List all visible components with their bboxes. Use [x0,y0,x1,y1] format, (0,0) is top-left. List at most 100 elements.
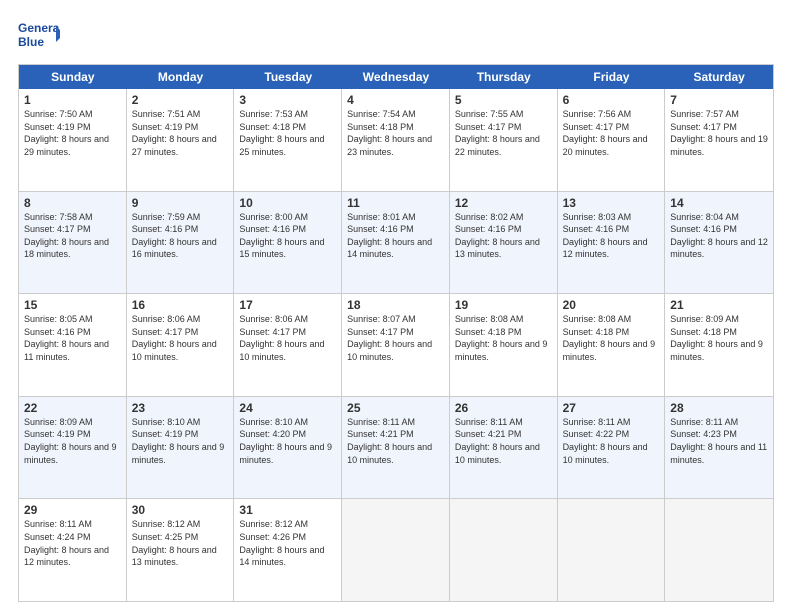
page: General Blue SundayMondayTuesdayWednesda… [0,0,792,612]
table-row: 16 Sunrise: 8:06 AMSunset: 4:17 PMDaylig… [127,294,235,396]
day-number: 10 [239,196,336,210]
calendar: SundayMondayTuesdayWednesdayThursdayFrid… [18,64,774,602]
day-number: 8 [24,196,121,210]
week-row-5: 29 Sunrise: 8:11 AMSunset: 4:24 PMDaylig… [19,499,773,601]
day-number: 18 [347,298,444,312]
day-number: 24 [239,401,336,415]
table-row: 24 Sunrise: 8:10 AMSunset: 4:20 PMDaylig… [234,397,342,499]
table-row: 30 Sunrise: 8:12 AMSunset: 4:25 PMDaylig… [127,499,235,601]
header-day-saturday: Saturday [665,65,773,89]
day-number: 15 [24,298,121,312]
svg-text:Blue: Blue [18,35,44,49]
header-day-sunday: Sunday [19,65,127,89]
day-detail: Sunrise: 7:57 AMSunset: 4:17 PMDaylight:… [670,108,768,158]
day-number: 28 [670,401,768,415]
day-detail: Sunrise: 8:04 AMSunset: 4:16 PMDaylight:… [670,211,768,261]
table-row: 17 Sunrise: 8:06 AMSunset: 4:17 PMDaylig… [234,294,342,396]
day-detail: Sunrise: 8:12 AMSunset: 4:25 PMDaylight:… [132,518,229,568]
table-row: 23 Sunrise: 8:10 AMSunset: 4:19 PMDaylig… [127,397,235,499]
table-row: 21 Sunrise: 8:09 AMSunset: 4:18 PMDaylig… [665,294,773,396]
day-detail: Sunrise: 8:09 AMSunset: 4:19 PMDaylight:… [24,416,121,466]
table-row: 8 Sunrise: 7:58 AMSunset: 4:17 PMDayligh… [19,192,127,294]
table-row: 14 Sunrise: 8:04 AMSunset: 4:16 PMDaylig… [665,192,773,294]
day-number: 25 [347,401,444,415]
day-number: 20 [563,298,660,312]
day-detail: Sunrise: 7:58 AMSunset: 4:17 PMDaylight:… [24,211,121,261]
table-row: 28 Sunrise: 8:11 AMSunset: 4:23 PMDaylig… [665,397,773,499]
day-detail: Sunrise: 7:55 AMSunset: 4:17 PMDaylight:… [455,108,552,158]
svg-text:General: General [18,21,60,35]
table-row: 1 Sunrise: 7:50 AMSunset: 4:19 PMDayligh… [19,89,127,191]
header-day-tuesday: Tuesday [234,65,342,89]
table-row: 27 Sunrise: 8:11 AMSunset: 4:22 PMDaylig… [558,397,666,499]
day-detail: Sunrise: 7:59 AMSunset: 4:16 PMDaylight:… [132,211,229,261]
day-number: 5 [455,93,552,107]
table-row: 9 Sunrise: 7:59 AMSunset: 4:16 PMDayligh… [127,192,235,294]
header-day-monday: Monday [127,65,235,89]
day-detail: Sunrise: 7:56 AMSunset: 4:17 PMDaylight:… [563,108,660,158]
day-detail: Sunrise: 8:03 AMSunset: 4:16 PMDaylight:… [563,211,660,261]
day-detail: Sunrise: 7:53 AMSunset: 4:18 PMDaylight:… [239,108,336,158]
table-row: 15 Sunrise: 8:05 AMSunset: 4:16 PMDaylig… [19,294,127,396]
day-detail: Sunrise: 8:00 AMSunset: 4:16 PMDaylight:… [239,211,336,261]
table-row: 19 Sunrise: 8:08 AMSunset: 4:18 PMDaylig… [450,294,558,396]
table-row: 7 Sunrise: 7:57 AMSunset: 4:17 PMDayligh… [665,89,773,191]
day-detail: Sunrise: 8:11 AMSunset: 4:23 PMDaylight:… [670,416,768,466]
table-row [450,499,558,601]
header: General Blue [18,18,774,54]
table-row: 29 Sunrise: 8:11 AMSunset: 4:24 PMDaylig… [19,499,127,601]
day-number: 4 [347,93,444,107]
day-detail: Sunrise: 8:11 AMSunset: 4:24 PMDaylight:… [24,518,121,568]
header-day-wednesday: Wednesday [342,65,450,89]
table-row [558,499,666,601]
calendar-header: SundayMondayTuesdayWednesdayThursdayFrid… [19,65,773,89]
table-row: 20 Sunrise: 8:08 AMSunset: 4:18 PMDaylig… [558,294,666,396]
week-row-2: 8 Sunrise: 7:58 AMSunset: 4:17 PMDayligh… [19,192,773,295]
header-day-friday: Friday [558,65,666,89]
day-number: 11 [347,196,444,210]
day-detail: Sunrise: 8:01 AMSunset: 4:16 PMDaylight:… [347,211,444,261]
day-number: 27 [563,401,660,415]
logo-svg: General Blue [18,18,60,54]
week-row-1: 1 Sunrise: 7:50 AMSunset: 4:19 PMDayligh… [19,89,773,192]
calendar-body: 1 Sunrise: 7:50 AMSunset: 4:19 PMDayligh… [19,89,773,601]
logo: General Blue [18,18,60,54]
table-row: 25 Sunrise: 8:11 AMSunset: 4:21 PMDaylig… [342,397,450,499]
day-number: 26 [455,401,552,415]
day-number: 3 [239,93,336,107]
day-number: 12 [455,196,552,210]
day-detail: Sunrise: 8:02 AMSunset: 4:16 PMDaylight:… [455,211,552,261]
day-detail: Sunrise: 8:06 AMSunset: 4:17 PMDaylight:… [132,313,229,363]
table-row: 10 Sunrise: 8:00 AMSunset: 4:16 PMDaylig… [234,192,342,294]
day-detail: Sunrise: 7:54 AMSunset: 4:18 PMDaylight:… [347,108,444,158]
table-row: 13 Sunrise: 8:03 AMSunset: 4:16 PMDaylig… [558,192,666,294]
day-number: 16 [132,298,229,312]
day-number: 14 [670,196,768,210]
day-number: 7 [670,93,768,107]
day-number: 2 [132,93,229,107]
day-detail: Sunrise: 8:12 AMSunset: 4:26 PMDaylight:… [239,518,336,568]
table-row: 5 Sunrise: 7:55 AMSunset: 4:17 PMDayligh… [450,89,558,191]
table-row: 6 Sunrise: 7:56 AMSunset: 4:17 PMDayligh… [558,89,666,191]
table-row: 11 Sunrise: 8:01 AMSunset: 4:16 PMDaylig… [342,192,450,294]
day-detail: Sunrise: 8:08 AMSunset: 4:18 PMDaylight:… [455,313,552,363]
day-number: 1 [24,93,121,107]
table-row: 26 Sunrise: 8:11 AMSunset: 4:21 PMDaylig… [450,397,558,499]
day-number: 19 [455,298,552,312]
table-row [665,499,773,601]
day-number: 23 [132,401,229,415]
day-detail: Sunrise: 7:51 AMSunset: 4:19 PMDaylight:… [132,108,229,158]
day-detail: Sunrise: 8:10 AMSunset: 4:20 PMDaylight:… [239,416,336,466]
day-detail: Sunrise: 8:11 AMSunset: 4:21 PMDaylight:… [455,416,552,466]
week-row-4: 22 Sunrise: 8:09 AMSunset: 4:19 PMDaylig… [19,397,773,500]
day-number: 29 [24,503,121,517]
day-detail: Sunrise: 8:07 AMSunset: 4:17 PMDaylight:… [347,313,444,363]
day-number: 21 [670,298,768,312]
header-day-thursday: Thursday [450,65,558,89]
table-row: 22 Sunrise: 8:09 AMSunset: 4:19 PMDaylig… [19,397,127,499]
table-row: 3 Sunrise: 7:53 AMSunset: 4:18 PMDayligh… [234,89,342,191]
day-number: 13 [563,196,660,210]
table-row: 12 Sunrise: 8:02 AMSunset: 4:16 PMDaylig… [450,192,558,294]
day-detail: Sunrise: 8:11 AMSunset: 4:21 PMDaylight:… [347,416,444,466]
day-detail: Sunrise: 8:09 AMSunset: 4:18 PMDaylight:… [670,313,768,363]
